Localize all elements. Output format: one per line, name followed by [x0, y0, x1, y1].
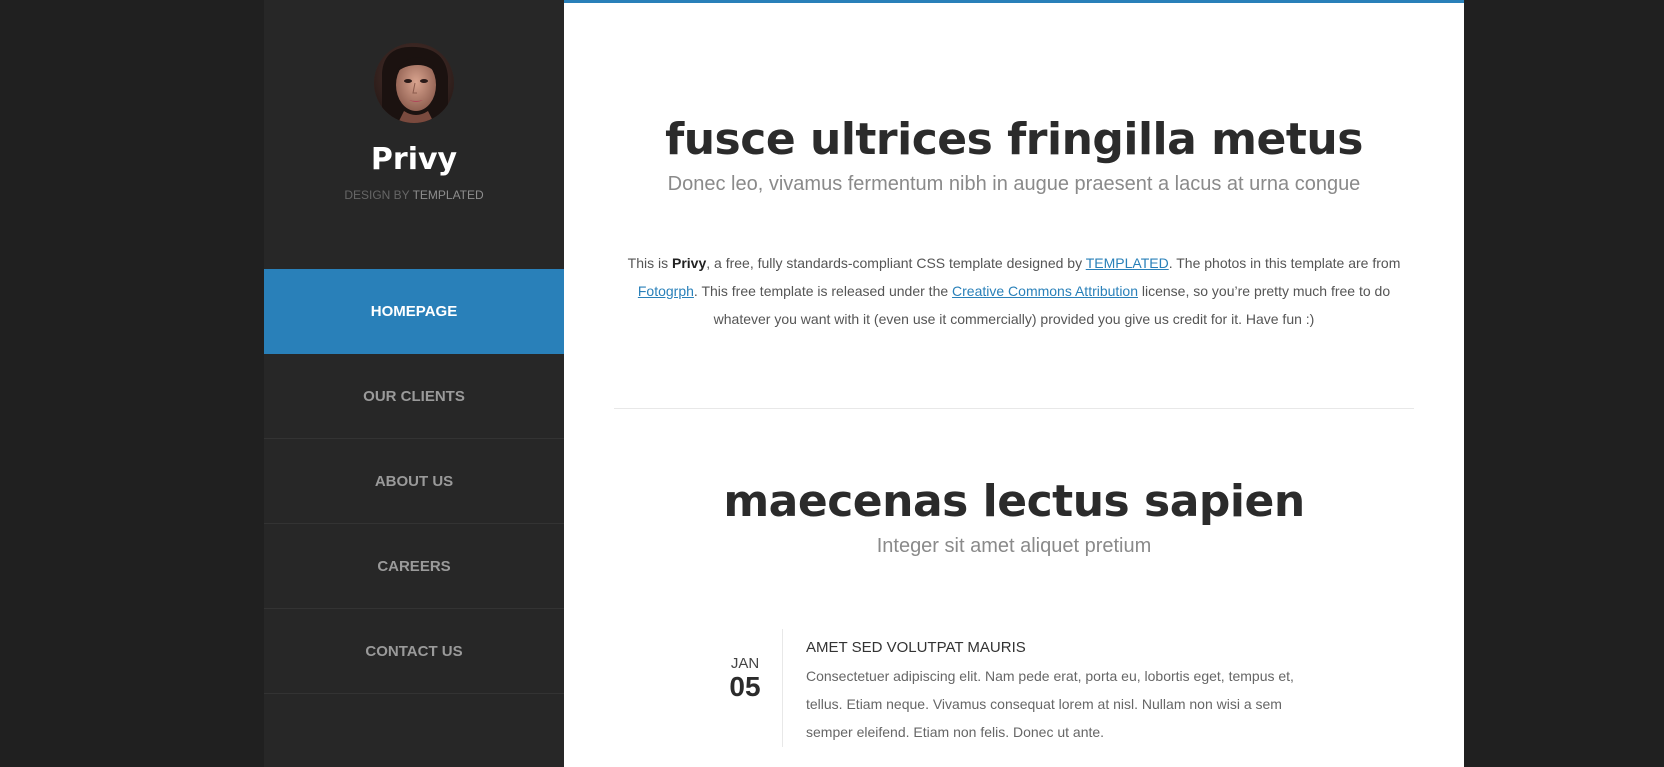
avatar[interactable] [374, 43, 454, 123]
section-2-title: maecenas lectus sapien [723, 476, 1305, 527]
creative-commons-link[interactable]: Creative Commons Attribution [952, 283, 1138, 299]
event-month: JAN [730, 655, 760, 672]
intro-text-4: . This free template is released under t… [693, 283, 953, 299]
byline-brand-link[interactable]: TEMPLATED [413, 188, 484, 202]
event-divider [782, 629, 783, 747]
nav-item-about-us[interactable]: ABOUT US [264, 439, 564, 524]
event-title[interactable]: AMET SED VOLUTPAT MAURIS [806, 639, 1306, 656]
page: Privy DESIGN BY TEMPLATED HOMEPAGE OUR C… [0, 0, 1664, 767]
event-day: 05 [729, 671, 761, 702]
intro-text-2: , a free, fully standards-compliant CSS … [706, 255, 1086, 271]
templated-link[interactable]: TEMPLATED [1086, 255, 1169, 271]
event-date: JAN 05 [714, 655, 776, 702]
avatar-image [374, 43, 454, 123]
intro-text-1: This is [627, 255, 672, 271]
nav-item-careers[interactable]: CAREERS [264, 524, 564, 609]
section-2-subtitle: Integer sit amet aliquet pretium [876, 535, 1152, 557]
event-body: AMET SED VOLUTPAT MAURIS Consectetuer ad… [806, 639, 1306, 746]
event-text: Consectetuer adipiscing elit. Nam pede e… [806, 668, 1294, 740]
main-content: fusce ultrices fringilla metus Donec leo… [564, 0, 1464, 767]
main-nav: HOMEPAGE OUR CLIENTS ABOUT US CAREERS CO… [264, 269, 564, 694]
intro-brand: Privy [671, 255, 707, 271]
intro-paragraph: This is Privy, a free, fully standards-c… [614, 249, 1414, 333]
sidebar: Privy DESIGN BY TEMPLATED HOMEPAGE OUR C… [264, 0, 564, 767]
intro-text-3: . The photos in this template are from [1168, 255, 1401, 271]
site-title[interactable]: Privy [264, 142, 564, 177]
nav-item-our-clients[interactable]: OUR CLIENTS [264, 354, 564, 439]
byline-prefix: DESIGN BY [344, 188, 413, 202]
fotogrph-link[interactable]: Fotogrph [638, 283, 694, 299]
nav-item-homepage[interactable]: HOMEPAGE [264, 269, 564, 354]
section-1-title: fusce ultrices fringilla metus [665, 114, 1363, 165]
section-1-subtitle: Donec leo, vivamus fermentum nibh in aug… [667, 173, 1361, 195]
nav-item-contact-us[interactable]: CONTACT US [264, 609, 564, 694]
event-item: JAN 05 AMET SED VOLUTPAT MAURIS Consecte… [714, 629, 1314, 747]
design-byline: DESIGN BY TEMPLATED [264, 188, 564, 202]
section-divider [614, 408, 1414, 409]
